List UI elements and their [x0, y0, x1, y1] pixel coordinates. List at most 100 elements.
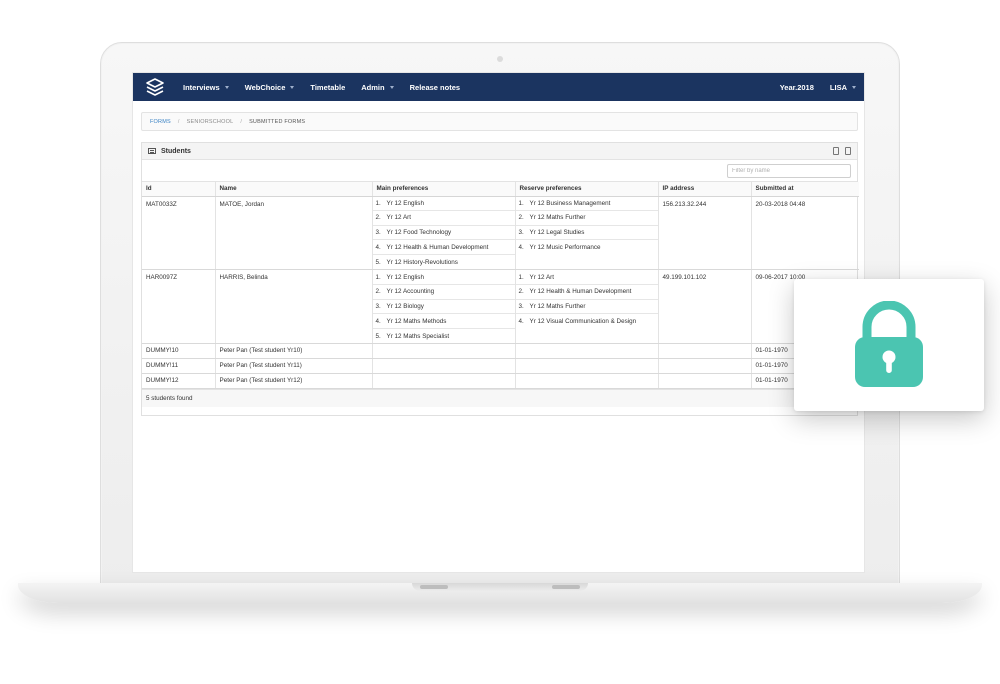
- user-menu[interactable]: LISA: [830, 83, 856, 92]
- table-row[interactable]: DUMMY!11 Peter Pan (Test student Yr11) 01-…: [142, 358, 859, 375]
- cell-name: Peter Pan (Test student Yr10): [215, 343, 373, 360]
- nav-item-release-notes[interactable]: Release notes: [410, 83, 460, 92]
- nav-menu: Interviews WebChoice Timetable Admin Release…: [175, 83, 468, 92]
- table-row[interactable]: DUMMY!12 Peter Pan (Test student Yr12) 01-…: [142, 373, 859, 390]
- results-count: 5 students found: [146, 395, 193, 403]
- preference-item: 4. Yr 12 Health & Human Development: [372, 240, 515, 255]
- table-row[interactable]: MAT0033Z MATOE, Jordan 1. Yr 12 English 2. Yr…: [142, 196, 859, 271]
- laptop-screen: Interviews WebChoice Timetable Admin Release…: [132, 72, 865, 573]
- panel-footer: 5 students found: [142, 389, 857, 408]
- column-header-main-preferences[interactable]: Main preferences: [372, 182, 516, 197]
- nav-item-admin[interactable]: Admin: [361, 82, 394, 92]
- preference-rank: 3.: [518, 302, 524, 310]
- preference-subject: Yr 12 Health & Human Development: [529, 288, 632, 296]
- nav-item-interviews[interactable]: Interviews: [183, 83, 229, 92]
- column-header-reserve-preferences[interactable]: Reserve preferences: [515, 182, 659, 197]
- breadcrumb-current: SUBMITTED FORMS: [249, 118, 306, 125]
- column-header-name[interactable]: Name: [215, 182, 373, 197]
- laptop-hinge-left: [420, 585, 448, 589]
- breadcrumb: FORMS / SENIORSCHOOL / SUBMITTED FORMS: [141, 112, 858, 131]
- preference-rank: 4.: [375, 317, 381, 325]
- cell-ip-address: [658, 343, 752, 360]
- cell-id: DUMMY!10: [142, 343, 216, 360]
- chevron-down-icon: [224, 85, 229, 89]
- cell-ip-address: 49.199.101.102: [658, 269, 752, 345]
- table-row[interactable]: DUMMY!10 Peter Pan (Test student Yr10) 01-…: [142, 343, 859, 360]
- preference-rank: 3.: [375, 302, 381, 310]
- breadcrumb-separator: /: [240, 118, 243, 125]
- nav-item-label: Timetable: [310, 82, 346, 92]
- preference-item: 3. Yr 12 Maths Further: [515, 300, 658, 315]
- preference-rank: 3.: [375, 228, 381, 236]
- breadcrumb-forms[interactable]: FORMS: [150, 119, 171, 125]
- preference-rank: 1.: [518, 273, 524, 281]
- chevron-down-icon: [389, 85, 394, 89]
- submitted-forms-table: Id Name Main preferences Reserve prefere…: [142, 182, 859, 390]
- preference-rank: 1.: [518, 199, 524, 207]
- nav-item-label: Release notes: [409, 82, 461, 92]
- cell-id: HAR0097Z: [142, 269, 216, 345]
- cell-id: MAT0033Z: [142, 196, 216, 271]
- cell-ip-address: [658, 358, 752, 375]
- cell-name: MATOE, Jordan: [215, 196, 373, 271]
- column-header-submitted-at[interactable]: Submitted at: [751, 182, 859, 197]
- preference-item: 4. Yr 12 Visual Communication & Design: [516, 314, 658, 329]
- year-selector[interactable]: Year.2018: [780, 83, 814, 92]
- preference-rank: 2.: [518, 214, 524, 222]
- preference-rank: 5.: [375, 332, 381, 340]
- filter-input[interactable]: [727, 163, 851, 178]
- preference-item: 4. Yr 12 Music Performance: [516, 240, 658, 255]
- preference-rank: 1.: [375, 273, 381, 281]
- preference-rank: 2.: [518, 288, 524, 296]
- preference-item: 1. Yr 12 English: [372, 270, 515, 286]
- year-label: Year.2018: [779, 82, 814, 92]
- cell-main-preferences: 1. Yr 12 English 2. Yr 12 Accounting 3. Yr 12…: [372, 269, 516, 345]
- export-excel-icon[interactable]: [833, 147, 839, 155]
- preference-item: 3. Yr 12 Biology: [372, 300, 515, 315]
- preference-item: 2. Yr 12 Maths Further: [515, 211, 658, 226]
- list-icon: [148, 148, 156, 154]
- nav-item-label: Interviews: [183, 82, 220, 92]
- chevron-down-icon: [852, 85, 856, 89]
- breadcrumb-seniorschool[interactable]: SENIORSCHOOL: [187, 119, 234, 125]
- nav-item-label: Admin: [361, 82, 385, 92]
- preference-item: 1. Yr 12 Art: [515, 270, 658, 286]
- column-header-id[interactable]: Id: [142, 182, 216, 197]
- cell-submitted-at: 20-03-2018 04:48: [751, 196, 859, 271]
- cell-main-preferences: [372, 358, 516, 375]
- preference-subject: Yr 12 Health & Human Development: [386, 243, 489, 251]
- preference-item: 2. Yr 12 Health & Human Development: [515, 285, 658, 300]
- preference-subject: Yr 12 English: [386, 199, 424, 207]
- chevron-down-icon: [290, 85, 295, 89]
- panel-title: Students: [161, 147, 191, 155]
- preference-subject: Yr 12 Accounting: [386, 288, 435, 296]
- preference-item: 3. Yr 12 Legal Studies: [515, 226, 658, 241]
- cell-id: DUMMY!11: [142, 358, 216, 375]
- stacked-layers-icon[interactable]: [143, 75, 167, 99]
- preference-subject: Yr 12 Maths Specialist: [386, 332, 450, 340]
- nav-item-timetable[interactable]: Timetable: [310, 83, 345, 92]
- export-pdf-icon[interactable]: [845, 147, 851, 155]
- top-navbar: Interviews WebChoice Timetable Admin Release…: [133, 73, 864, 101]
- preference-item: 2. Yr 12 Accounting: [372, 285, 515, 300]
- preference-rank: 5.: [375, 258, 381, 266]
- column-header-ip-address[interactable]: IP address: [658, 182, 752, 197]
- preference-item: 5. Yr 12 Maths Specialist: [373, 329, 515, 344]
- laptop-hinge-right: [552, 585, 580, 589]
- cell-reserve-preferences: 1. Yr 12 Art 2. Yr 12 Health & Human Develo…: [515, 269, 659, 345]
- preference-item: 4. Yr 12 Maths Methods: [372, 314, 515, 329]
- preference-subject: Yr 12 Maths Further: [529, 214, 586, 222]
- students-panel: Students Id Name Main preferences Reserv…: [141, 142, 859, 416]
- nav-item-label: WebChoice: [244, 82, 286, 92]
- table-row[interactable]: HAR0097Z HARRIS, Belinda 1. Yr 12 English 2.…: [142, 269, 859, 345]
- preference-rank: 1.: [375, 199, 381, 207]
- preference-subject: Yr 12 Business Management: [529, 199, 611, 207]
- cell-reserve-preferences: [515, 343, 659, 360]
- preference-rank: 4.: [518, 318, 524, 326]
- table-header-row: Id Name Main preferences Reserve prefere…: [142, 182, 859, 197]
- preference-subject: Yr 12 Maths Methods: [386, 317, 447, 325]
- preference-subject: Yr 12 Legal Studies: [529, 228, 585, 236]
- preference-rank: 4.: [375, 243, 381, 251]
- preference-rank: 2.: [375, 288, 381, 296]
- nav-item-webchoice[interactable]: WebChoice: [245, 83, 295, 92]
